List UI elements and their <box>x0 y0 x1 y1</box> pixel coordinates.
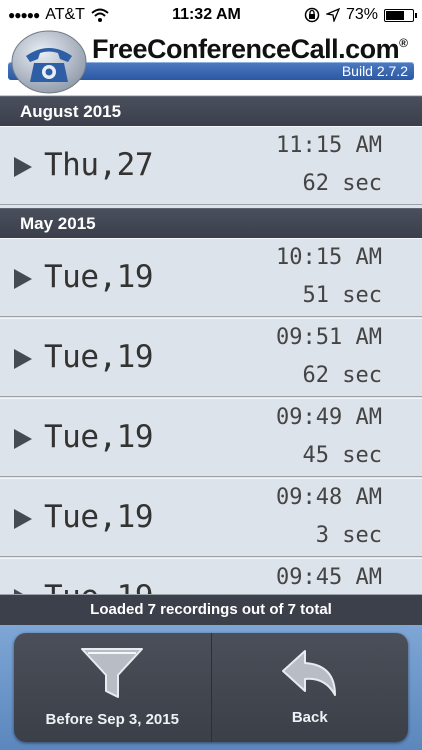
play-icon[interactable] <box>14 429 32 449</box>
app-header: Build 2.7.2 FreeConferenceCall.com® <box>0 30 422 96</box>
section-header-may-2015: May 2015 <box>0 208 422 238</box>
filter-funnel-icon <box>81 648 144 698</box>
play-icon[interactable] <box>14 157 32 177</box>
location-icon <box>325 8 340 22</box>
carrier-label: AT&T <box>45 6 85 23</box>
status-time: 11:32 AM <box>172 6 241 23</box>
recording-time: 11:15 AM <box>276 133 382 158</box>
section-header-august-2015: August 2015 <box>0 96 422 126</box>
recording-duration: 51 sec <box>302 283 382 308</box>
recording-date: Thu,27 <box>44 147 153 183</box>
recording-date: Tue,19 <box>44 339 153 375</box>
brand-title: FreeConferenceCall.com® <box>92 34 408 64</box>
recording-row[interactable]: Tue,19 09:48 AM 3 sec <box>0 478 422 557</box>
recording-time: 10:15 AM <box>276 245 382 270</box>
rotation-lock-icon <box>304 7 320 23</box>
filter-date-label: Before Sep 3, 2015 <box>45 711 179 728</box>
filter-date-button[interactable]: Before Sep 3, 2015 <box>14 633 211 742</box>
back-arrow-icon <box>281 650 336 696</box>
recording-time: 09:48 AM <box>276 485 382 510</box>
status-bar: ●●●●● AT&T 11:32 AM 73% <box>0 0 422 30</box>
recording-duration: 45 sec <box>302 443 382 468</box>
back-label: Back <box>291 709 328 726</box>
recording-time: 09:51 AM <box>276 325 382 350</box>
recording-date: Tue,19 <box>44 259 153 295</box>
toolbar-panel: Before Sep 3, 2015 Back <box>14 633 408 742</box>
recording-date: Tue,19 <box>44 579 153 594</box>
recording-time: 09:49 AM <box>276 405 382 430</box>
battery-percent: 73% <box>345 6 378 23</box>
play-icon[interactable] <box>14 349 32 369</box>
recording-row[interactable]: Tue,19 09:49 AM 45 sec <box>0 398 422 477</box>
recording-row[interactable]: Tue,19 10:15 AM 51 sec <box>0 238 422 317</box>
play-icon[interactable] <box>14 269 32 289</box>
build-label: Build 2.7.2 <box>341 63 408 79</box>
play-icon[interactable] <box>14 509 32 529</box>
bottom-toolbar: Before Sep 3, 2015 Back <box>0 625 422 750</box>
loaded-status: Loaded 7 recordings out of 7 total <box>0 595 422 625</box>
signal-icon: ●●●●● <box>8 8 40 22</box>
battery-icon <box>383 8 417 22</box>
recording-date: Tue,19 <box>44 419 153 455</box>
recording-row[interactable]: Tue,19 09:45 AM <box>0 558 422 595</box>
recording-row[interactable]: Tue,19 09:51 AM 62 sec <box>0 318 422 397</box>
recording-duration: 62 sec <box>302 363 382 388</box>
phone-logo-icon <box>11 30 87 94</box>
recording-row[interactable]: Thu,27 11:15 AM 62 sec <box>0 126 422 205</box>
recording-time: 09:45 AM <box>276 565 382 590</box>
wifi-icon <box>91 8 109 22</box>
back-button[interactable]: Back <box>210 633 409 742</box>
recording-duration: 62 sec <box>302 171 382 196</box>
recording-duration: 3 sec <box>315 523 382 548</box>
recording-date: Tue,19 <box>44 499 153 535</box>
